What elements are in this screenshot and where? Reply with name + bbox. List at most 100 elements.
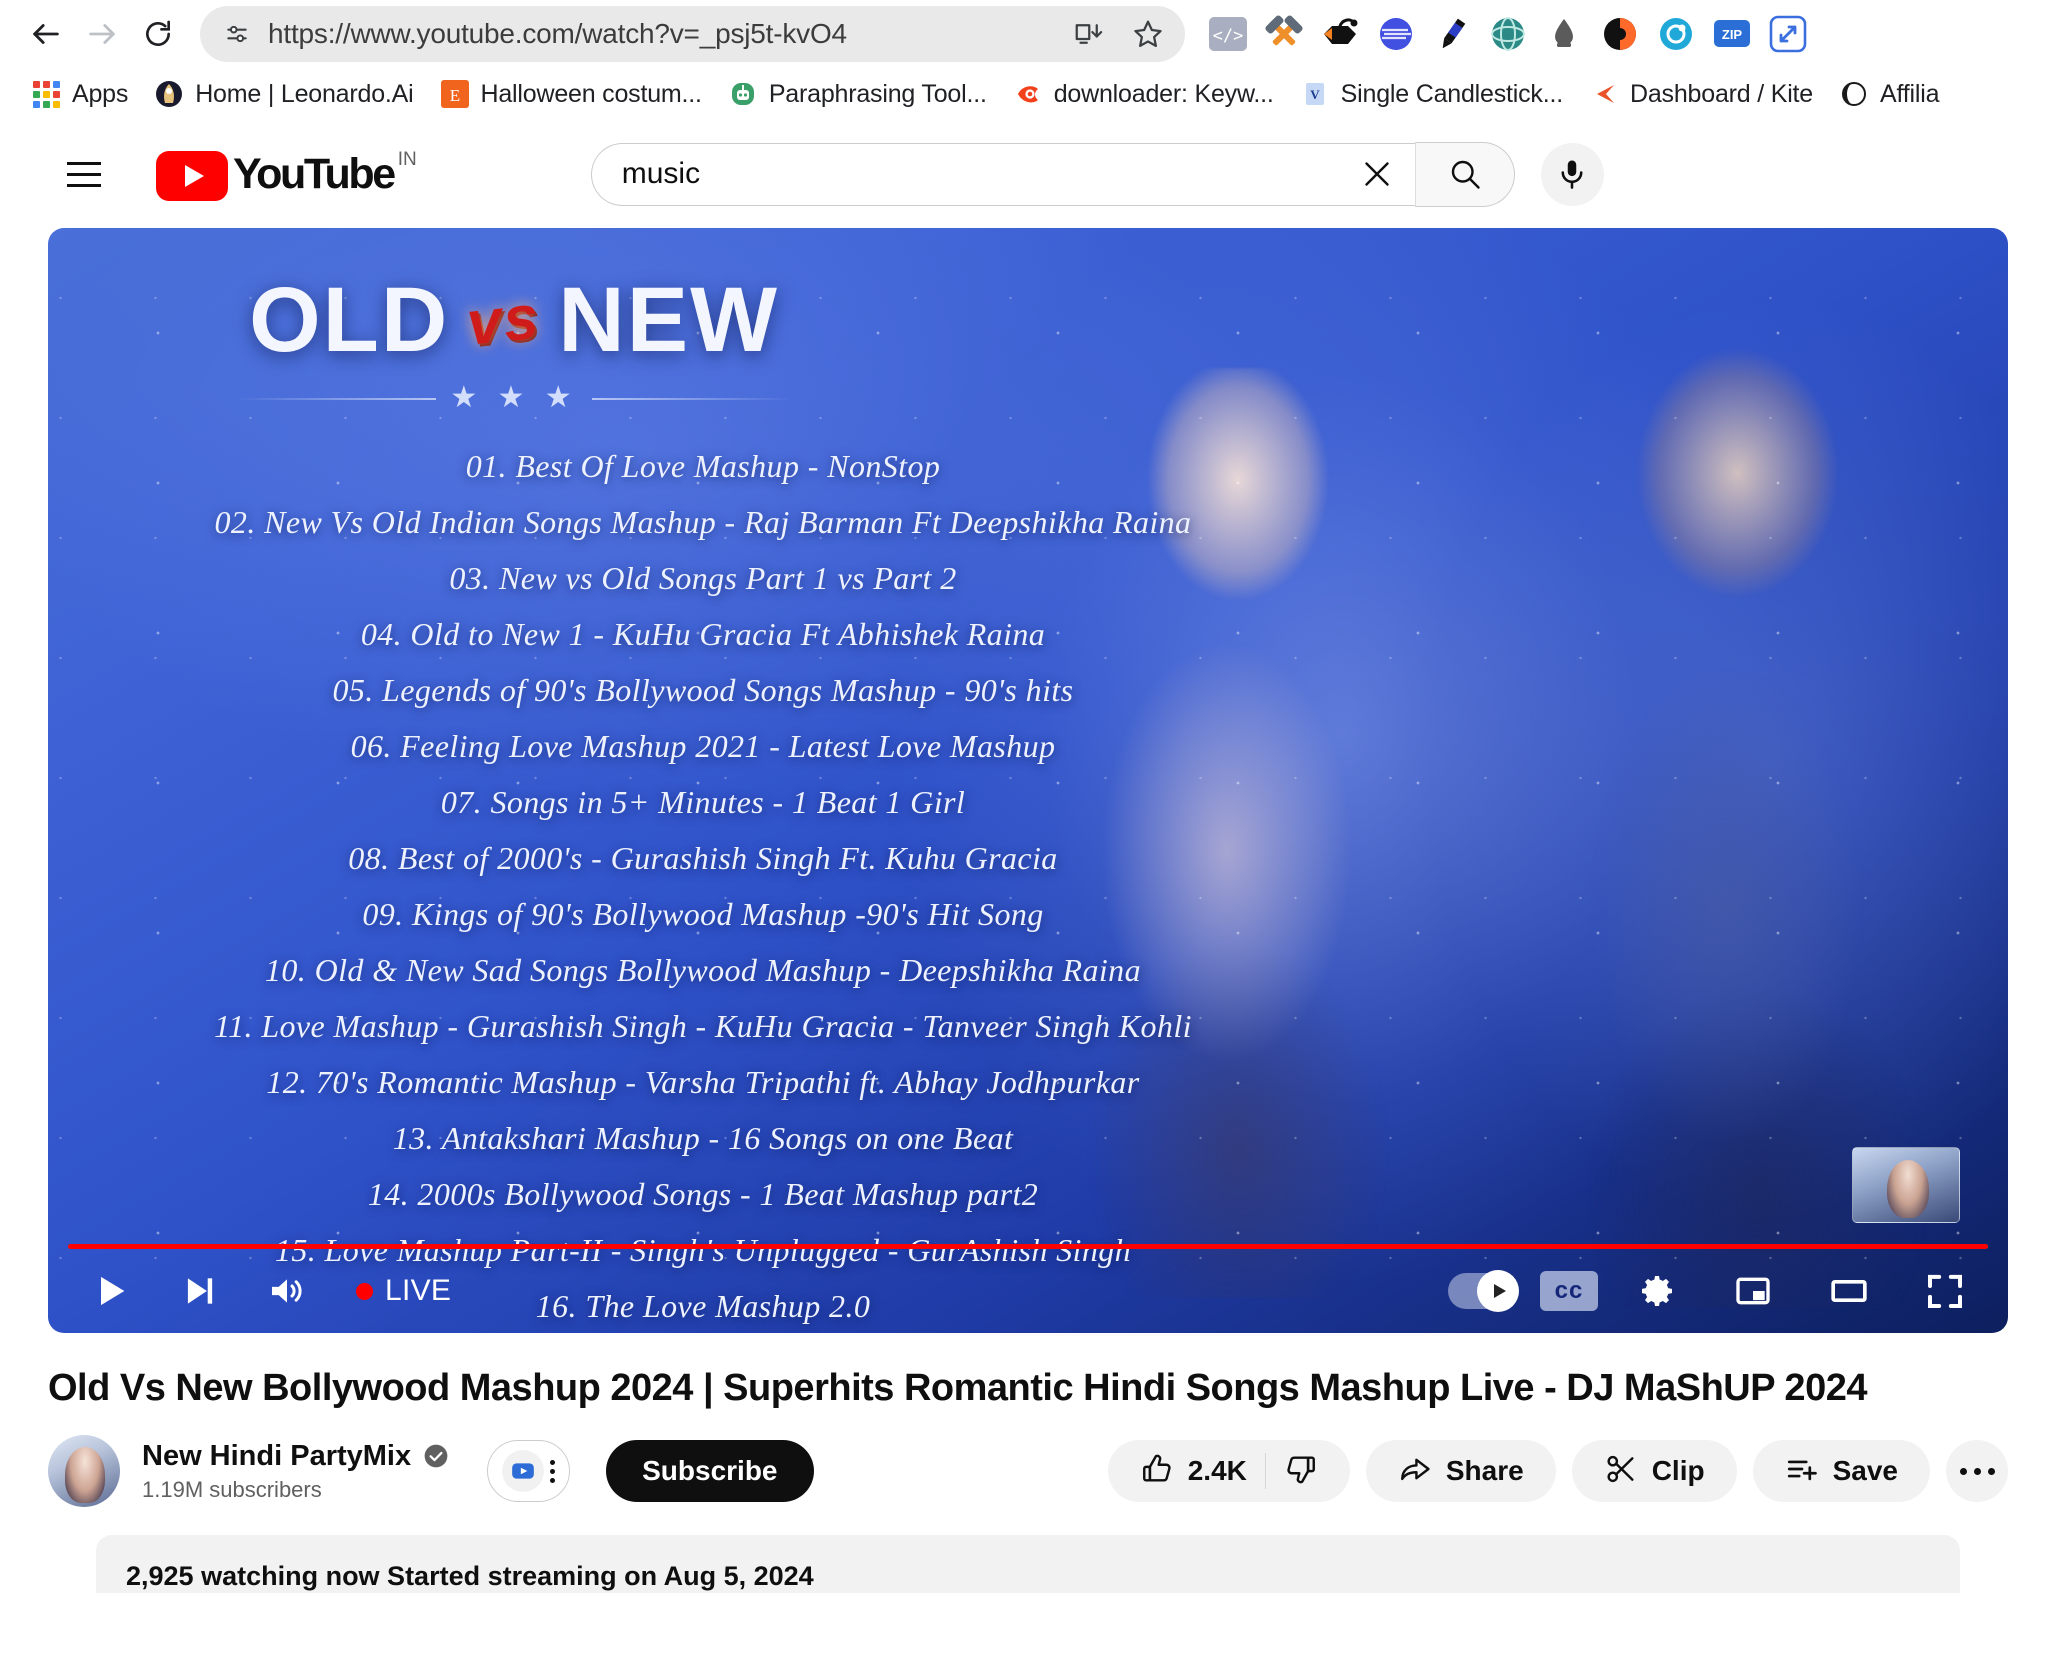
browser-toolbar: https://www.youtube.com/watch?v=_psj5t-k…	[0, 0, 2056, 68]
tracklist-item: 03. New vs Old Songs Part 1 vs Part 2	[449, 560, 957, 596]
live-badge[interactable]: LIVE	[356, 1274, 451, 1308]
thumbnail-stars: ★ ★ ★	[144, 380, 884, 415]
horizontal-dots-icon	[1959, 1467, 1995, 1475]
search-input-value[interactable]: music	[622, 157, 1347, 191]
upnext-preview-thumbnail[interactable]	[1852, 1147, 1960, 1223]
address-bar[interactable]: https://www.youtube.com/watch?v=_psj5t-k…	[200, 6, 1185, 62]
verified-badge-icon	[423, 1443, 449, 1469]
autoplay-toggle[interactable]	[1448, 1270, 1519, 1312]
captions-button[interactable]: cc	[1540, 1271, 1598, 1311]
youtube-play-icon	[156, 151, 228, 201]
theater-mode-icon[interactable]	[1812, 1254, 1886, 1328]
svg-text:</>: </>	[1213, 26, 1244, 46]
bookmark-paraphrasing-tool[interactable]: Paraphrasing Tool...	[715, 74, 1000, 114]
search-area: music	[590, 141, 1604, 207]
owner-info: New Hindi PartyMix 1.19M subscribers	[142, 1440, 449, 1503]
bookmark-halloween-costume[interactable]: E Halloween costum...	[427, 74, 715, 114]
avatar[interactable]	[48, 1435, 120, 1507]
bookmark-label: Paraphrasing Tool...	[768, 79, 987, 108]
search-input[interactable]: music	[590, 142, 1415, 206]
volume-icon[interactable]	[250, 1254, 324, 1328]
save-label: Save	[1832, 1455, 1898, 1486]
ink-drop-extension-icon[interactable]	[1539, 9, 1589, 59]
thumbs-down-icon[interactable]	[1284, 1452, 1318, 1491]
code-brackets-extension-icon[interactable]: </>	[1203, 9, 1253, 59]
tracklist-item: 14. 2000s Bollywood Songs - 1 Beat Mashu…	[367, 1176, 1039, 1212]
clip-button[interactable]: Clip	[1571, 1440, 1737, 1502]
youtube-country-code: IN	[397, 149, 417, 170]
globe-teal-extension-icon[interactable]	[1483, 9, 1533, 59]
tracklist-item: 06. Feeling Love Mashup 2021 - Latest Lo…	[350, 728, 1056, 764]
search-button[interactable]	[1414, 141, 1515, 207]
pen-highlighter-extension-icon[interactable]	[1427, 9, 1477, 59]
expand-arrows-extension-icon[interactable]	[1763, 9, 1813, 59]
gear-icon[interactable]	[1620, 1254, 1694, 1328]
subscribe-button[interactable]: Subscribe	[606, 1440, 814, 1502]
bookmark-single-candlestick[interactable]: V Single Candlestick...	[1287, 74, 1576, 114]
miniplayer-icon[interactable]	[1716, 1254, 1790, 1328]
close-x-icon[interactable]	[1347, 144, 1407, 204]
bookmark-kite-dashboard[interactable]: Dashboard / Kite	[1576, 74, 1826, 114]
bookmark-label: Apps	[72, 79, 129, 108]
black-ninja-extension-icon[interactable]	[1315, 9, 1365, 59]
reload-button[interactable]	[130, 6, 186, 62]
svg-text:ZIP: ZIP	[1722, 27, 1743, 42]
next-track-icon[interactable]	[162, 1254, 236, 1328]
clip-label: Clip	[1651, 1455, 1705, 1486]
bookmark-affiliate[interactable]: Affilia	[1826, 74, 1952, 114]
description-box[interactable]: 2,925 watching now Started streaming on …	[96, 1535, 1960, 1593]
quillbot-icon	[728, 79, 758, 109]
install-app-icon[interactable]	[1065, 11, 1111, 57]
hammers-tools-extension-icon[interactable]	[1259, 9, 1309, 59]
thumbnail-title-new: NEW	[558, 269, 779, 371]
browser-chrome: https://www.youtube.com/watch?v=_psj5t-k…	[0, 0, 2056, 120]
cyan-circle-extension-icon[interactable]	[1651, 9, 1701, 59]
zip-extension-icon[interactable]: ZIP	[1707, 9, 1757, 59]
youtube-masthead: YouTube IN music	[0, 120, 2056, 228]
url-text[interactable]: https://www.youtube.com/watch?v=_psj5t-k…	[268, 18, 1051, 50]
thumbnail-title: OLD vs NEW	[144, 268, 884, 373]
sponsor-button[interactable]	[487, 1440, 571, 1502]
share-label: Share	[1445, 1455, 1524, 1486]
bookmark-label: Halloween costum...	[480, 79, 703, 108]
bookmark-star-icon[interactable]	[1125, 11, 1171, 57]
blue-sphere-extension-icon[interactable]	[1371, 9, 1421, 59]
video-player[interactable]: OLD vs NEW ★ ★ ★ 01. Best Of Love Mashup…	[48, 228, 2008, 1333]
bookmark-apps[interactable]: Apps	[18, 74, 141, 114]
thumbnail-title-vs: vs	[463, 282, 544, 359]
hamburger-menu-icon[interactable]	[48, 138, 120, 210]
orange-swirl-extension-icon[interactable]	[1595, 9, 1645, 59]
tracklist-item: 08. Best of 2000's - Gurashish Singh Ft.…	[348, 840, 1058, 876]
owner-and-actions-row: New Hindi PartyMix 1.19M subscribers Sub…	[48, 1435, 2008, 1507]
save-button[interactable]: Save	[1752, 1440, 1930, 1502]
youtube-page: YouTube IN music OLD vs NEW ★ ★ ★ 01. Be…	[0, 120, 2056, 1593]
bookmark-downloader-keyword[interactable]: downloader: Keyw...	[1000, 74, 1287, 114]
channel-name[interactable]: New Hindi PartyMix	[142, 1440, 411, 1473]
share-button[interactable]: Share	[1365, 1440, 1556, 1502]
youtube-logo[interactable]: YouTube IN	[156, 147, 417, 201]
vertical-dots-icon[interactable]	[550, 1459, 556, 1483]
player-container: OLD vs NEW ★ ★ ★ 01. Best Of Love Mashup…	[0, 228, 2056, 1333]
owner-name-row: New Hindi PartyMix	[142, 1440, 449, 1473]
action-divider	[1264, 1453, 1266, 1489]
live-dot-icon	[356, 1282, 373, 1300]
bookmark-label: downloader: Keyw...	[1053, 79, 1274, 108]
play-icon[interactable]	[74, 1254, 148, 1328]
sponsor-badge-icon	[502, 1450, 545, 1492]
player-controls: LIVE cc	[48, 1249, 2008, 1333]
like-dislike-group[interactable]: 2.4K	[1107, 1440, 1350, 1502]
player-controls-right: cc	[1448, 1254, 1982, 1328]
youtube-wordmark: YouTube	[233, 150, 396, 198]
back-button[interactable]	[18, 6, 74, 62]
thumbs-up-icon[interactable]	[1140, 1452, 1174, 1491]
svg-text:V: V	[1310, 87, 1320, 102]
thumbnail-tracklist: 01. Best Of Love Mashup - NonStop 02. Ne…	[48, 438, 1358, 1333]
more-actions-button[interactable]	[1946, 1440, 2008, 1502]
microphone-icon[interactable]	[1540, 142, 1604, 206]
forward-button[interactable]	[74, 6, 130, 62]
fullscreen-icon[interactable]	[1908, 1254, 1982, 1328]
tracklist-item: 02. New Vs Old Indian Songs Mashup - Raj…	[214, 504, 1192, 540]
bookmark-label: Dashboard / Kite	[1629, 79, 1814, 108]
bookmark-leonardo[interactable]: Home | Leonardo.Ai	[141, 74, 426, 114]
site-info-icon[interactable]	[220, 17, 254, 51]
